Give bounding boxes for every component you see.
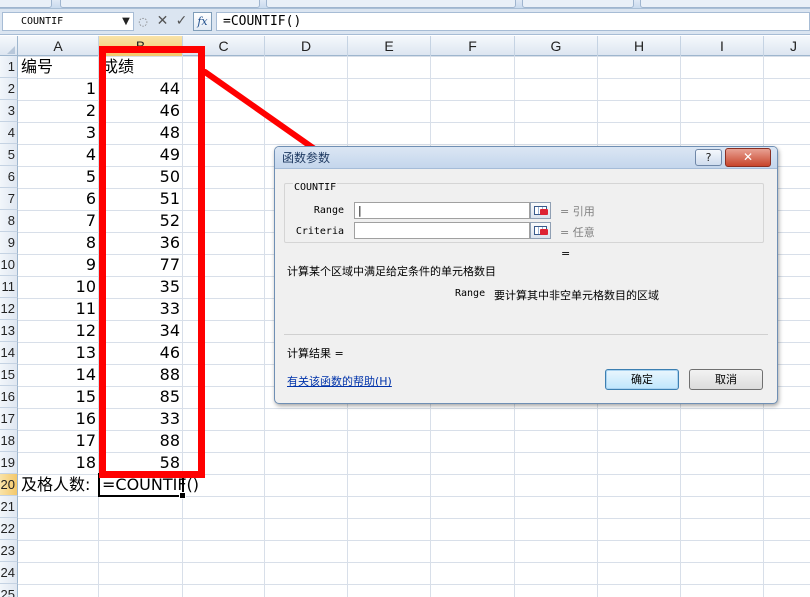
ribbon-strip <box>0 0 810 9</box>
cell-id[interactable]: 8 <box>18 232 99 254</box>
dialog-titlebar[interactable]: 函数参数 ? ✕ <box>275 147 777 169</box>
ok-button[interactable]: 确定 <box>605 369 679 390</box>
column-header-h[interactable]: H <box>598 36 681 56</box>
row-header-20[interactable]: 20 <box>0 474 18 496</box>
cell-pass-count-label[interactable]: 及格人数: <box>18 474 99 496</box>
column-header-j[interactable]: J <box>764 36 810 56</box>
criteria-collapse-icon[interactable] <box>530 222 551 239</box>
row-header-14[interactable]: 14 <box>0 342 18 364</box>
help-button[interactable]: ? <box>695 149 722 166</box>
row-header-8[interactable]: 8 <box>0 210 18 232</box>
formula-result: 计算结果 = <box>287 347 344 360</box>
row-header-4[interactable]: 4 <box>0 122 18 144</box>
cell-id[interactable]: 10 <box>18 276 99 298</box>
annotation-red-box <box>99 46 205 478</box>
range-collapse-icon[interactable] <box>530 202 551 219</box>
row-header-7[interactable]: 7 <box>0 188 18 210</box>
row-header-15[interactable]: 15 <box>0 364 18 386</box>
cell-id[interactable]: 4 <box>18 144 99 166</box>
row-header-1[interactable]: 1 <box>0 56 18 78</box>
column-header-e[interactable]: E <box>348 36 431 56</box>
column-header-f[interactable]: F <box>431 36 515 56</box>
criteria-input[interactable] <box>354 222 530 239</box>
column-header-i[interactable]: I <box>681 36 764 56</box>
row-header-17[interactable]: 17 <box>0 408 18 430</box>
ribbon-group-3[interactable] <box>266 0 516 8</box>
column-header-g[interactable]: G <box>515 36 598 56</box>
name-box[interactable]: COUNTIF <box>2 12 134 31</box>
enter-icon[interactable]: ✓ <box>173 12 190 31</box>
row-header-25[interactable]: 25 <box>0 584 18 597</box>
row-header-16[interactable]: 16 <box>0 386 18 408</box>
cell-id[interactable]: 3 <box>18 122 99 144</box>
select-all-button[interactable] <box>0 36 18 56</box>
function-description: 计算某个区域中满足给定条件的单元格数目 <box>287 265 496 278</box>
function-help-link[interactable]: 有关该函数的帮助(H) <box>287 373 392 389</box>
argument-description: 要计算其中非空单元格数目的区域 <box>494 289 659 302</box>
cancel-icon[interactable]: ✕ <box>154 12 171 31</box>
range-label: Range <box>313 205 344 216</box>
cell-id[interactable]: 2 <box>18 100 99 122</box>
row-header-11[interactable]: 11 <box>0 276 18 298</box>
range-input[interactable]: | <box>354 202 530 219</box>
criteria-label: Criteria <box>295 226 344 237</box>
column-header-a[interactable]: A <box>18 36 99 56</box>
name-box-dropdown-icon[interactable]: ▼ <box>119 13 133 30</box>
row-header-12[interactable]: 12 <box>0 298 18 320</box>
gridline <box>264 56 265 597</box>
row-header-5[interactable]: 5 <box>0 144 18 166</box>
cell-id[interactable]: 17 <box>18 430 99 452</box>
ribbon-group-5[interactable] <box>640 0 810 8</box>
cell-id[interactable]: 6 <box>18 188 99 210</box>
row-header-18[interactable]: 18 <box>0 430 18 452</box>
ribbon-group-1[interactable] <box>0 0 52 8</box>
row-header-10[interactable]: 10 <box>0 254 18 276</box>
cell-id[interactable]: 16 <box>18 408 99 430</box>
row-header-21[interactable]: 21 <box>0 496 18 518</box>
close-button[interactable]: ✕ <box>725 148 771 167</box>
formula-input[interactable]: =COUNTIF() <box>216 12 810 31</box>
row-header-6[interactable]: 6 <box>0 166 18 188</box>
criteria-hint: = 任意 <box>560 226 595 239</box>
cell-id[interactable]: 12 <box>18 320 99 342</box>
cell-header-id[interactable]: 编号 <box>18 56 99 78</box>
cell-id[interactable]: 14 <box>18 364 99 386</box>
row-header-24[interactable]: 24 <box>0 562 18 584</box>
cell-id[interactable]: 15 <box>18 386 99 408</box>
cancel-button[interactable]: 取消 <box>689 369 763 390</box>
dialog-title: 函数参数 <box>282 151 331 165</box>
column-header-d[interactable]: D <box>265 36 348 56</box>
row-header-13[interactable]: 13 <box>0 320 18 342</box>
cell-id[interactable]: 1 <box>18 78 99 100</box>
cell-id[interactable]: 18 <box>18 452 99 474</box>
formula-bar: COUNTIF ▼ ◌ ✕ ✓ fx =COUNTIF() <box>0 9 810 35</box>
insert-function-icon[interactable]: fx <box>193 12 212 31</box>
cell-id[interactable]: 9 <box>18 254 99 276</box>
row-header-2[interactable]: 2 <box>0 78 18 100</box>
ribbon-group-4[interactable] <box>522 0 634 8</box>
row-header-19[interactable]: 19 <box>0 452 18 474</box>
cell-id[interactable]: 5 <box>18 166 99 188</box>
result-equals: = <box>561 247 571 260</box>
row-header-23[interactable]: 23 <box>0 540 18 562</box>
formula-bar-resize-icon[interactable]: ◌ <box>136 13 150 30</box>
row-header-9[interactable]: 9 <box>0 232 18 254</box>
dialog-separator <box>284 334 768 335</box>
function-name-label: COUNTIF <box>293 182 338 193</box>
row-header-22[interactable]: 22 <box>0 518 18 540</box>
cell-id[interactable]: 7 <box>18 210 99 232</box>
cell-id[interactable]: 13 <box>18 342 99 364</box>
ribbon-group-2[interactable] <box>60 0 260 8</box>
row-header-3[interactable]: 3 <box>0 100 18 122</box>
function-arguments-dialog: 函数参数 ? ✕ COUNTIF Range | = 引用 Criteria =… <box>274 146 778 404</box>
argument-description-name: Range <box>455 288 486 299</box>
cell-id[interactable]: 11 <box>18 298 99 320</box>
range-hint: = 引用 <box>560 205 595 218</box>
